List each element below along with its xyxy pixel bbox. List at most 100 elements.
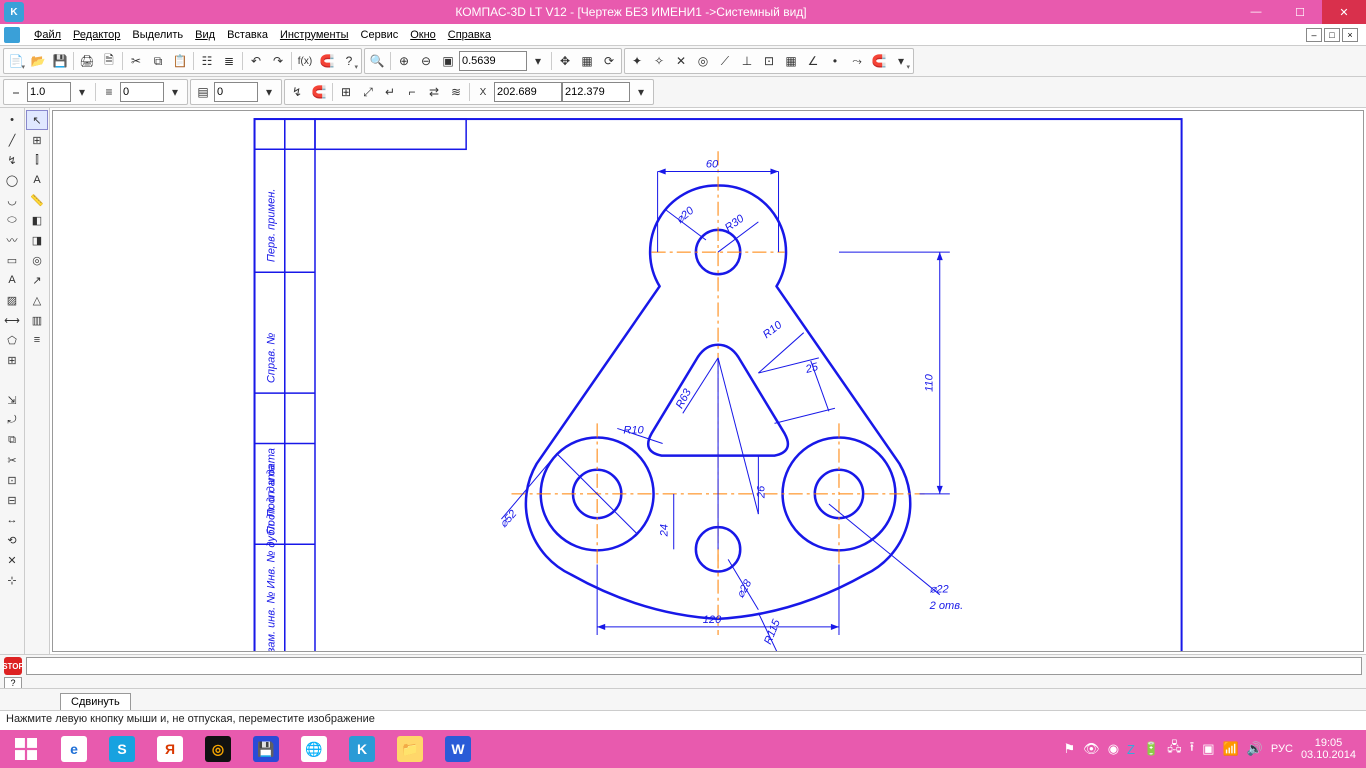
style-icon[interactable]: ≡ bbox=[98, 81, 120, 103]
edit-b-icon[interactable]: ⤾ bbox=[1, 410, 23, 430]
snap-end-icon[interactable]: ✦ bbox=[626, 50, 648, 72]
style-input[interactable] bbox=[120, 82, 164, 102]
pan-icon[interactable]: ✥ bbox=[554, 50, 576, 72]
refresh-icon[interactable]: ⟳ bbox=[598, 50, 620, 72]
save-button[interactable]: 💾 bbox=[49, 50, 71, 72]
snap-perp-icon[interactable]: ⊥ bbox=[736, 50, 758, 72]
open-button[interactable]: 📂 bbox=[27, 50, 49, 72]
tray-updates-icon[interactable]: ⭱ bbox=[1190, 738, 1195, 760]
magnet-button[interactable]: 🧲 bbox=[316, 50, 338, 72]
hatch-tool-icon[interactable]: ▨ bbox=[1, 290, 23, 310]
dim-tool-icon[interactable]: ⟷ bbox=[1, 310, 23, 330]
snap-int-icon[interactable]: ✕ bbox=[670, 50, 692, 72]
menu-insert[interactable]: Вставка bbox=[221, 27, 274, 43]
zoom-in-icon[interactable]: ⊕ bbox=[393, 50, 415, 72]
text-a-icon[interactable]: A bbox=[26, 170, 48, 190]
table-tool-icon[interactable]: ⊞ bbox=[1, 350, 23, 370]
snap-grid-icon[interactable]: ▦ bbox=[780, 50, 802, 72]
line-width-input[interactable] bbox=[27, 82, 71, 102]
undo-button[interactable]: ↶ bbox=[245, 50, 267, 72]
edit-d-icon[interactable]: ✂ bbox=[1, 450, 23, 470]
view-d-icon[interactable]: ↗ bbox=[26, 270, 48, 290]
tab-move[interactable]: Сдвинуть bbox=[60, 693, 131, 710]
properties-button[interactable]: ☷ bbox=[196, 50, 218, 72]
tray-clock[interactable]: 19:05 03.10.2014 bbox=[1301, 737, 1356, 761]
command-input[interactable] bbox=[26, 657, 1362, 675]
view-b-icon[interactable]: ◨ bbox=[26, 230, 48, 250]
view-f-icon[interactable]: ▥ bbox=[26, 310, 48, 330]
layers-button[interactable]: ≣ bbox=[218, 50, 240, 72]
paste-button[interactable]: 📋 bbox=[169, 50, 191, 72]
snap-ext-icon[interactable]: ⤳ bbox=[846, 50, 868, 72]
tray-shield-icon[interactable]: ◉ bbox=[1108, 741, 1119, 757]
text-tool-icon[interactable]: A bbox=[1, 270, 23, 290]
tray-flag-icon[interactable]: ⚑ bbox=[1064, 741, 1076, 757]
view-e-icon[interactable]: △ bbox=[26, 290, 48, 310]
tray-z-icon[interactable]: Z bbox=[1127, 742, 1135, 757]
snap-point-icon[interactable]: • bbox=[824, 50, 846, 72]
view-c-icon[interactable]: ◎ bbox=[26, 250, 48, 270]
edit-i-icon[interactable]: ✕ bbox=[1, 550, 23, 570]
layer-icon[interactable]: ▤ bbox=[192, 81, 214, 103]
copy-button[interactable]: ⧉ bbox=[147, 50, 169, 72]
zoom-window-icon[interactable]: 🔍 bbox=[366, 50, 388, 72]
tray-sound-icon[interactable]: 🔊 bbox=[1247, 741, 1263, 757]
menu-window[interactable]: Окно bbox=[404, 27, 442, 43]
ortho-icon[interactable]: ↯ bbox=[286, 81, 308, 103]
polyline-tool-icon[interactable]: ↯ bbox=[1, 150, 23, 170]
tool-d-icon[interactable]: ⌐ bbox=[401, 81, 423, 103]
line-tool-icon[interactable]: ╱ bbox=[1, 130, 23, 150]
coord-x-input[interactable] bbox=[494, 82, 562, 102]
help-dd[interactable]: ? bbox=[338, 50, 360, 72]
grid-tool-icon[interactable]: ⊞ bbox=[26, 130, 48, 150]
tool-e-icon[interactable]: ⇄ bbox=[423, 81, 445, 103]
menu-file[interactable]: Файл bbox=[28, 27, 67, 43]
zoom-input[interactable] bbox=[459, 51, 527, 71]
rect-tool-icon[interactable]: ▭ bbox=[1, 250, 23, 270]
tray-eye-icon[interactable]: 👁 bbox=[1083, 741, 1100, 757]
lw-dd[interactable]: ▾ bbox=[71, 81, 93, 103]
align-tool-icon[interactable]: ⫿ bbox=[26, 150, 48, 170]
task-word[interactable]: W bbox=[434, 730, 482, 768]
task-aimp[interactable]: ◎ bbox=[194, 730, 242, 768]
tool-f-icon[interactable]: ≋ bbox=[445, 81, 467, 103]
task-explorer[interactable]: 📁 bbox=[386, 730, 434, 768]
menu-editor[interactable]: Редактор bbox=[67, 27, 126, 43]
task-yandex[interactable]: Я bbox=[146, 730, 194, 768]
view-g-icon[interactable]: ≡ bbox=[26, 330, 48, 350]
zoom-fit-icon[interactable]: ▣ bbox=[437, 50, 459, 72]
style-dd[interactable]: ▾ bbox=[164, 81, 186, 103]
start-button[interactable] bbox=[2, 730, 50, 768]
layer-input[interactable] bbox=[214, 82, 258, 102]
print-button[interactable]: 🖨 bbox=[76, 50, 98, 72]
menu-view[interactable]: Вид bbox=[189, 27, 221, 43]
menu-service[interactable]: Сервис bbox=[355, 27, 405, 43]
snap-angle-icon[interactable]: ∠ bbox=[802, 50, 824, 72]
mdi-min[interactable]: – bbox=[1306, 28, 1322, 42]
zoom-dd[interactable]: ▾ bbox=[527, 50, 549, 72]
edit-e-icon[interactable]: ⊡ bbox=[1, 470, 23, 490]
spline-tool-icon[interactable]: 〰 bbox=[1, 230, 23, 250]
snap-center-icon[interactable]: ◎ bbox=[692, 50, 714, 72]
fx-button[interactable]: f(x) bbox=[294, 50, 316, 72]
menu-help[interactable]: Справка bbox=[442, 27, 497, 43]
mdi-max[interactable]: □ bbox=[1324, 28, 1340, 42]
tray-net-icon[interactable]: 🖧 bbox=[1167, 738, 1182, 760]
view-a-icon[interactable]: ◧ bbox=[26, 210, 48, 230]
edit-c-icon[interactable]: ⧉ bbox=[1, 430, 23, 450]
task-save[interactable]: 💾 bbox=[242, 730, 290, 768]
point-tool-icon[interactable]: • bbox=[1, 110, 23, 130]
edit-j-icon[interactable]: ⊹ bbox=[1, 570, 23, 590]
tool-c-icon[interactable]: ↵ bbox=[379, 81, 401, 103]
ellipse-tool-icon[interactable]: ⬭ bbox=[1, 210, 23, 230]
mdi-close[interactable]: × bbox=[1342, 28, 1358, 42]
edit-a-icon[interactable]: ⇲ bbox=[1, 390, 23, 410]
task-ie[interactable]: e bbox=[50, 730, 98, 768]
arc-tool-icon[interactable]: ◡ bbox=[1, 190, 23, 210]
drawing-canvas[interactable]: Перв. примен. Справ. № Подп. и дата Взам… bbox=[52, 110, 1364, 652]
coord-dd[interactable]: ▾ bbox=[630, 81, 652, 103]
snap-tan-icon[interactable]: ⟋ bbox=[714, 50, 736, 72]
redo-button[interactable]: ↷ bbox=[267, 50, 289, 72]
tool-b-icon[interactable]: ⤢ bbox=[357, 81, 379, 103]
polygon-tool-icon[interactable]: ⬠ bbox=[1, 330, 23, 350]
